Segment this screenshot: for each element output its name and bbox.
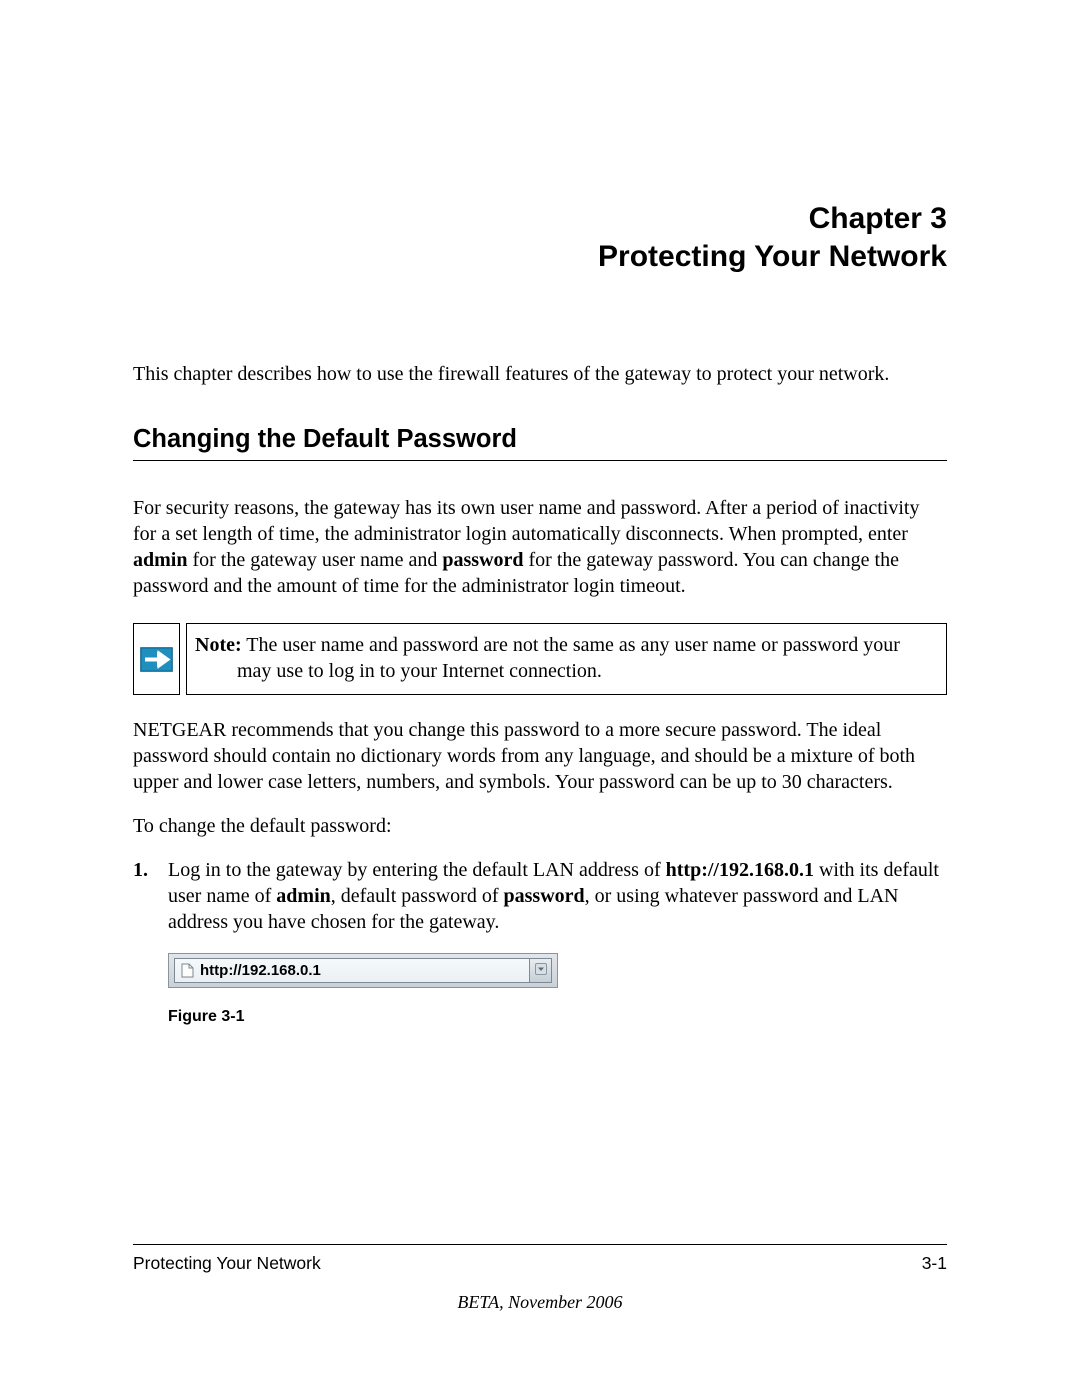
figure-caption: Figure 3-1 [168,1008,947,1026]
chapter-title: Chapter 3 Protecting Your Network [133,200,947,275]
footer-left: Protecting Your Network [133,1253,321,1274]
address-url: http://192.168.0.1 [200,962,321,979]
bold-url: http://192.168.0.1 [666,859,814,881]
address-dropdown-button[interactable] [530,958,552,983]
note-text-box: Note: The user name and password are not… [186,623,947,695]
bold-admin: admin [276,885,330,907]
text: , default password of [331,885,504,907]
arrow-right-icon [140,647,173,672]
note-label: Note: [195,634,242,656]
note-line1: The user name and password are not the s… [242,634,900,656]
chapter-number: Chapter 3 [809,202,947,235]
paragraph-security: For security reasons, the gateway has it… [133,495,947,599]
footer-center: BETA, November 2006 [133,1292,947,1313]
paragraph-recommendation: NETGEAR recommends that you change this … [133,717,947,795]
chevron-down-icon [535,962,547,980]
chapter-name: Protecting Your Network [598,240,947,273]
text: for the gateway user name and [187,549,442,571]
chapter-intro: This chapter describes how to use the fi… [133,361,947,387]
bold-password: password [442,549,523,571]
note-line2: may use to log in to your Internet conne… [195,658,936,684]
paragraph-procedure-intro: To change the default password: [133,813,947,839]
bold-password: password [504,885,585,907]
text: For security reasons, the gateway has it… [133,497,919,545]
step-body: Log in to the gateway by entering the de… [168,857,947,935]
page-icon [181,963,194,978]
figure-wrap: http://192.168.0.1 Figure 3-1 [168,953,947,1026]
address-field[interactable]: http://192.168.0.1 [174,958,530,983]
browser-address-bar: http://192.168.0.1 [168,953,558,988]
note-icon-box [133,623,180,695]
step-1: 1. Log in to the gateway by entering the… [133,857,947,935]
page-footer: Protecting Your Network 3-1 BETA, Novemb… [133,1244,947,1313]
bold-admin: admin [133,549,187,571]
section-heading: Changing the Default Password [133,425,947,461]
text: Log in to the gateway by entering the de… [168,859,666,881]
note-callout: Note: The user name and password are not… [133,623,947,695]
step-number: 1. [133,857,168,935]
footer-page-number: 3-1 [922,1253,947,1274]
